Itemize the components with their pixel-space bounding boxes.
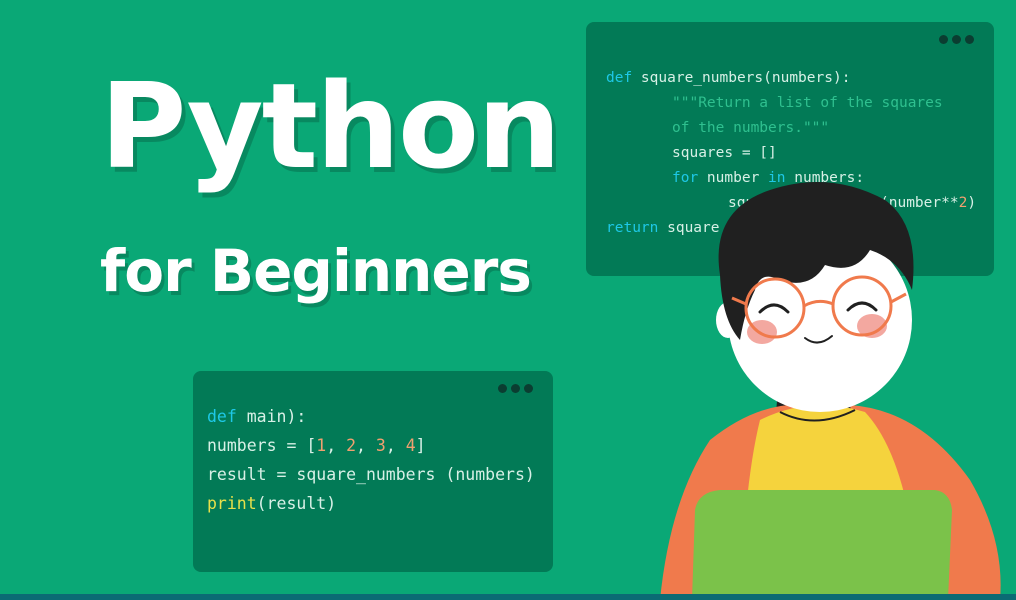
code-line: numbers = [1, 2, 3, 4] — [207, 436, 426, 455]
laptop — [692, 490, 952, 600]
bottom-strip — [0, 594, 1016, 600]
code-line: squares = [] — [672, 145, 777, 161]
code-line: result = square_numbers (numbers) — [207, 465, 535, 484]
code-line: print(result) — [207, 494, 337, 513]
code-line: of the numbers.""" — [672, 120, 830, 136]
code-window-bottom: def main): numbers = [1, 2, 3, 4] result… — [193, 371, 553, 572]
code-line: def square_numbers(numbers): — [606, 70, 851, 86]
code-line: """Return a list of the squares — [672, 95, 943, 111]
code-line: def main): — [207, 407, 307, 426]
window-dots-icon — [498, 384, 533, 393]
window-dots-icon — [939, 35, 974, 44]
title-heading: Python — [100, 57, 561, 195]
subtitle-heading: for Beginners — [100, 237, 532, 305]
person-illustration — [660, 182, 1001, 600]
